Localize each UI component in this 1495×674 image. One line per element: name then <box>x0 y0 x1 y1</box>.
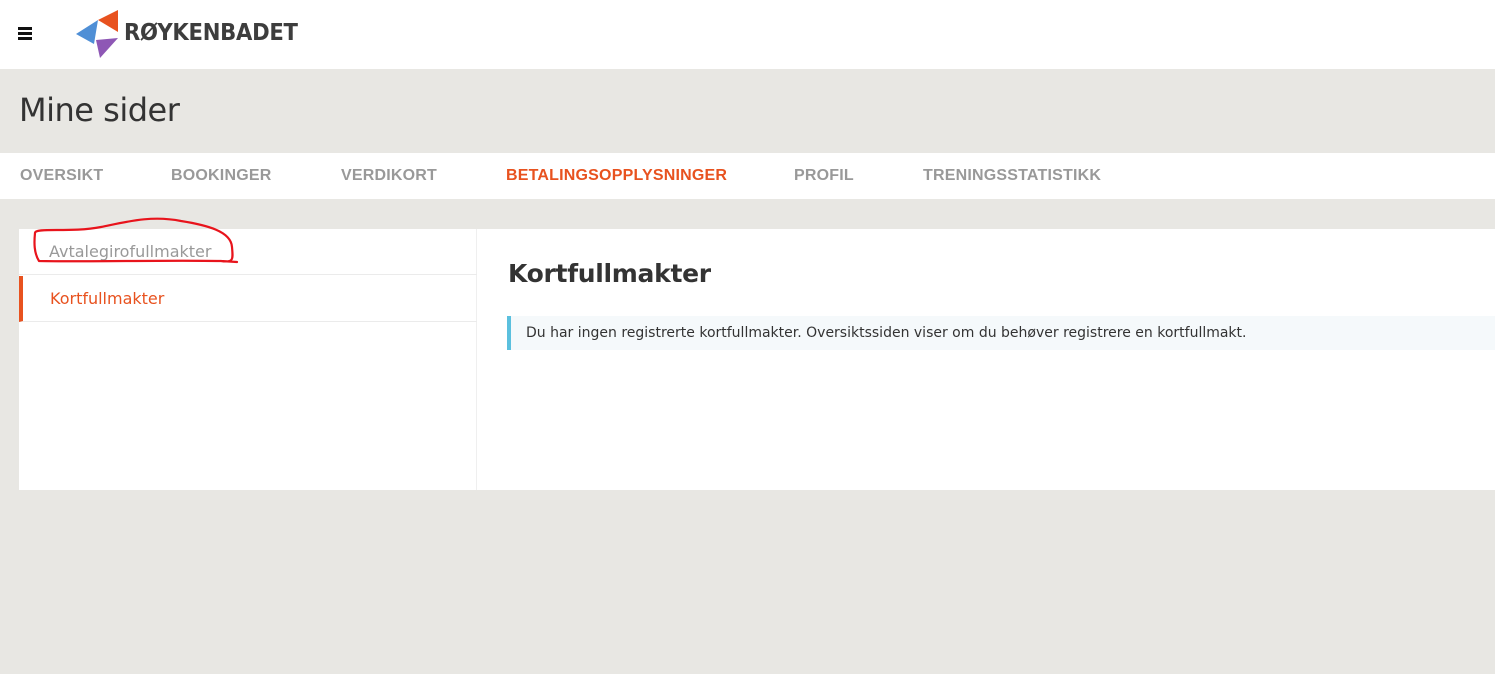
sidebar-item-kortfullmakter[interactable]: Kortfullmakter <box>19 276 477 322</box>
info-alert: Du har ingen registrerte kortfullmakter.… <box>507 316 1495 350</box>
brand-name: RØYKENBADET <box>124 20 298 46</box>
top-bar: RØYKENBADET <box>0 0 1495 69</box>
page-header: Mine sider <box>0 69 1495 153</box>
sidebar-item-avtalegirofullmakter[interactable]: Avtalegirofullmakter <box>19 229 477 275</box>
logo[interactable]: RØYKENBADET <box>74 8 313 58</box>
main-tabs: OVERSIKT BOOKINGER VERDIKORT BETALINGSOP… <box>0 153 1495 199</box>
tab-profil[interactable]: PROFIL <box>794 167 854 185</box>
logo-triangles-icon <box>76 10 118 58</box>
content-panel: Avtalegirofullmakter Kortfullmakter Kort… <box>19 217 1495 490</box>
tab-treningsstatistikk[interactable]: TRENINGSSTATISTIKK <box>923 167 1101 185</box>
content-title: Kortfullmakter <box>508 259 711 288</box>
tab-verdikort[interactable]: VERDIKORT <box>341 167 437 185</box>
tab-bookinger[interactable]: BOOKINGER <box>171 167 271 185</box>
sidebar: Avtalegirofullmakter Kortfullmakter <box>19 217 477 490</box>
tab-oversikt[interactable]: OVERSIKT <box>20 167 103 185</box>
hamburger-icon[interactable] <box>16 25 36 41</box>
page-title: Mine sider <box>19 91 180 129</box>
tab-betalingsopplysninger[interactable]: BETALINGSOPPLYSNINGER <box>506 167 727 185</box>
